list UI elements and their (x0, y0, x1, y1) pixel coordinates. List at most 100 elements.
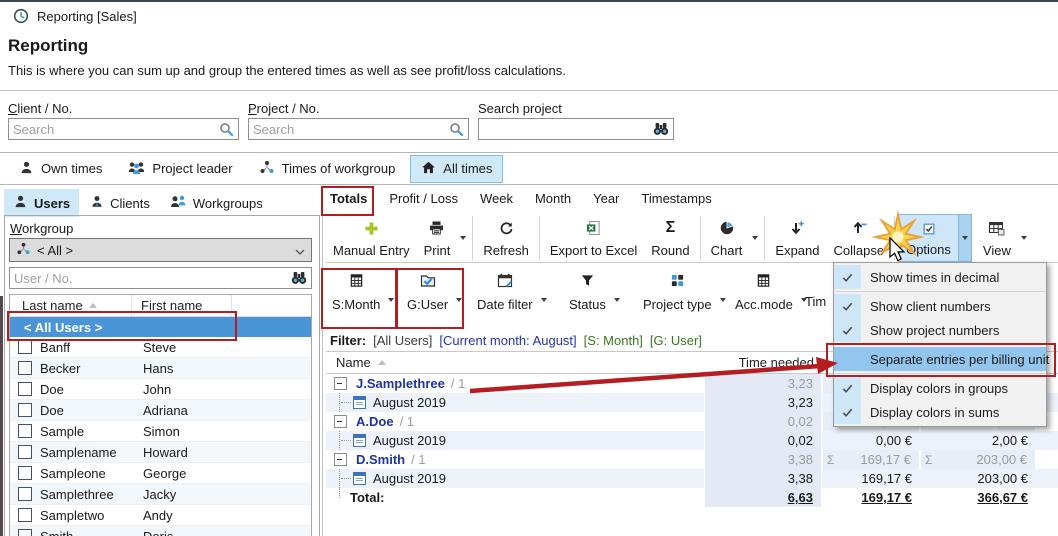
tab-month[interactable]: Month (535, 191, 571, 206)
user-search-input[interactable] (10, 269, 291, 287)
user-row[interactable]: SamplethreeJacky (10, 484, 311, 505)
client-search-field[interactable] (8, 118, 239, 140)
search-project-input[interactable] (479, 120, 653, 138)
user-row[interactable]: SampletwoAndy (10, 505, 311, 526)
tab-profit-loss[interactable]: Profit / Loss (389, 191, 458, 206)
sort-mode-button[interactable]: S:Month (327, 269, 397, 314)
options-button[interactable]: Options (898, 214, 959, 262)
expand-button[interactable]: Expand (768, 214, 826, 262)
window-title: Reporting [Sales] (37, 9, 137, 24)
view-button[interactable]: View (976, 214, 1018, 262)
user-checkbox[interactable] (18, 487, 32, 501)
tab-totals[interactable]: Totals (330, 191, 367, 206)
refresh-button[interactable]: Refresh (476, 214, 536, 262)
menu-item-show-client-numbers[interactable]: Show client numbers (834, 294, 1046, 318)
menu-separator (835, 344, 1045, 345)
status-filter-button[interactable]: Status (564, 269, 623, 314)
refresh-icon (499, 219, 514, 237)
menu-item-show-project-numbers[interactable]: Show project numbers (834, 318, 1046, 342)
checkmark-icon (834, 318, 861, 342)
user-row[interactable]: DoeJohn (10, 379, 311, 400)
group-mode-dropdown[interactable] (453, 298, 465, 314)
user-row[interactable]: BanffSteve (10, 337, 311, 358)
group-row[interactable]: D.Smith/ 1 3,38 Σ169,17 € Σ203,00 € (326, 450, 1058, 469)
detail-row[interactable]: August 2019 0,02 0,00 € 2,00 € (326, 431, 1058, 450)
user-row[interactable]: BeckerHans (10, 358, 311, 379)
chevron-down-icon (541, 298, 547, 302)
acc-mode-button[interactable]: Acc.mode (730, 269, 810, 314)
user-checkbox[interactable] (18, 529, 32, 536)
tab-timestamps[interactable]: Timestamps (641, 191, 711, 206)
user-row[interactable]: SamplenameHoward (10, 442, 311, 463)
detail-row[interactable]: August 2019 3,38 169,17 € 203,00 € (326, 469, 1058, 488)
sidebar-tab-workgroups[interactable]: Workgroups (161, 189, 272, 217)
client-search-input[interactable] (9, 120, 219, 138)
first-name-header[interactable]: First name (132, 295, 232, 316)
print-button[interactable]: Print (417, 214, 458, 262)
group-mode-button[interactable]: G:User (402, 269, 465, 314)
workgroup-select[interactable]: < All > (9, 238, 312, 262)
workgroup-value: < All > (37, 243, 73, 258)
chart-dropdown[interactable] (749, 214, 761, 262)
chevron-down-icon (752, 236, 758, 240)
options-dropdown[interactable] (959, 214, 972, 262)
round-button[interactable]: Σ Round (644, 214, 696, 262)
menu-item-display-colors-in-groups[interactable]: Display colors in groups (834, 376, 1046, 400)
name-column-header[interactable]: Name (326, 355, 704, 370)
project-type-button[interactable]: Project type (638, 269, 729, 314)
menu-item-separate-entries-per-billing-unit[interactable]: Separate entries per billing unit (834, 347, 1046, 371)
user-checkbox[interactable] (18, 508, 32, 522)
view-dropdown[interactable] (1018, 214, 1030, 262)
background-window-edge (0, 296, 3, 536)
tab-all-times[interactable]: All times (410, 155, 503, 183)
user-checkbox[interactable] (18, 403, 32, 417)
user-checkbox[interactable] (18, 424, 32, 438)
sort-mode-dropdown[interactable] (385, 298, 397, 314)
user-search-field[interactable] (9, 267, 312, 289)
sidebar-tab-users[interactable]: Users (4, 189, 79, 217)
collapse-expander-icon[interactable] (334, 415, 347, 428)
menu-item-display-colors-in-sums[interactable]: Display colors in sums (834, 400, 1046, 424)
time-types-button[interactable]: Tim (800, 269, 831, 311)
tab-times-of-workgroup[interactable]: Times of workgroup (248, 155, 407, 183)
user-row[interactable]: SampleoneGeorge (10, 463, 311, 484)
chart-button[interactable]: Chart (704, 214, 750, 262)
project-search-field[interactable] (248, 118, 469, 140)
all-users-row[interactable]: < All Users > (10, 317, 311, 337)
date-filter-dropdown[interactable] (538, 298, 550, 314)
toolbar-separator (894, 216, 895, 260)
user-row[interactable]: SmithDoris (10, 526, 311, 536)
time-needed-column-header[interactable]: Time needed (704, 355, 822, 370)
search-project-field[interactable] (478, 118, 674, 140)
user-checkbox[interactable] (18, 445, 32, 459)
last-name-header[interactable]: Last name (10, 295, 132, 316)
tab-project-leader[interactable]: Project leader (117, 155, 243, 183)
date-filter-button[interactable]: Date filter (472, 269, 550, 314)
user-checkbox[interactable] (18, 382, 32, 396)
project-search-input[interactable] (249, 120, 449, 138)
collapse-button[interactable]: Collapse (827, 214, 892, 262)
status-filter-dropdown[interactable] (611, 298, 623, 314)
tab-own-times[interactable]: Own times (8, 155, 113, 183)
user-row[interactable]: SampleSimon (10, 421, 311, 442)
sidebar-tab-clients[interactable]: Clients (81, 189, 159, 217)
application-window: Reporting [Sales] Reporting This is wher… (0, 0, 1058, 536)
manual-entry-button[interactable]: Manual Entry (326, 214, 417, 262)
collapse-expander-icon[interactable] (334, 377, 347, 390)
user-checkbox[interactable] (18, 466, 32, 480)
tab-year[interactable]: Year (593, 191, 619, 206)
printer-icon (428, 219, 445, 237)
menu-item-show-times-in-decimal[interactable]: Show times in decimal (834, 265, 1046, 289)
grid-icon (756, 273, 771, 291)
tab-week[interactable]: Week (480, 191, 513, 206)
export-to-excel-button[interactable]: Export to Excel (543, 214, 644, 262)
user-checkbox[interactable] (18, 361, 32, 375)
collapse-expander-icon[interactable] (334, 453, 347, 466)
person-icon (13, 194, 28, 212)
user-checkbox[interactable] (18, 340, 32, 354)
user-row[interactable]: DoeAdriana (10, 400, 311, 421)
print-dropdown[interactable] (457, 214, 469, 262)
table-view-icon (988, 219, 1005, 237)
checkmark-icon (834, 400, 861, 424)
project-type-dropdown[interactable] (717, 298, 729, 314)
